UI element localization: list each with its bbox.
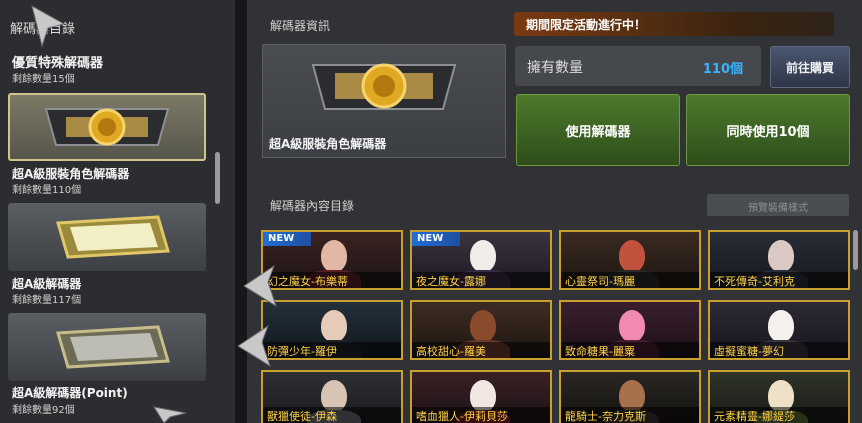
costume-decoder-icon [44,108,170,146]
decoder-card-costume-count: 剩餘數量110個 [12,185,82,196]
owned-quantity-label: 擁有數量 [527,60,583,76]
decoder-info-name: 超A級服裝角色解碼器 [269,137,387,151]
decoder-card-super-a-point[interactable] [8,313,206,381]
decoder-card-costume-name: 超A級服裝角色解碼器 [12,167,130,181]
use-decoder-label: 使用解碼器 [565,125,631,140]
decoder-card-costume[interactable] [8,93,206,161]
decoder-card-super-a-count: 剩餘數量117個 [12,295,82,306]
content-item-name: 致命糖果-麗粟 [565,345,635,358]
new-badge: NEW [263,232,311,246]
content-item-name: 獸獵使徒-伊森 [267,410,337,423]
content-item[interactable]: NEW 夜之魔女-露娜 [410,230,552,290]
decoder-card-super-a[interactable] [8,203,206,271]
decoder-group-title: 優質特殊解碼器 [12,56,104,71]
content-item[interactable]: NEW 幻之魔女-布樂蒂 [261,230,403,290]
preview-equipment-label: 預覽裝備樣式 [748,203,808,214]
content-item-name: 元素精靈-娜緹莎 [714,410,795,423]
use-decoder-button[interactable]: 使用解碼器 [516,94,680,166]
content-item-name: 高校甜心-羅美 [416,345,486,358]
decoder-group-count: 剩餘數量15個 [12,74,75,85]
preview-equipment-button[interactable]: 預覽裝備樣式 [707,194,849,216]
content-item-name: 夜之魔女-露娜 [416,275,486,288]
content-item[interactable]: 獸獵使徒-伊森 [261,370,403,423]
content-item[interactable]: 防彈少年-羅伊 [261,300,403,360]
decoder-card-super-a-name: 超A級解碼器 [12,277,82,291]
arrow-pointer-icon [152,406,187,423]
gold-decoder-icon [56,215,170,259]
content-item-name: 虛擬蜜糖-夢幻 [714,345,784,358]
content-item-name: 心靈祭司-瑪麗 [565,275,635,288]
content-item-name: 不死傳奇-艾利克 [714,275,795,288]
silver-decoder-icon [56,325,170,369]
use-10-decoders-button[interactable]: 同時使用10個 [686,94,850,166]
content-item[interactable]: 心靈祭司-瑪麗 [559,230,701,290]
decoder-card-super-a-point-name: 超A級解碼器(Point) [12,386,128,400]
content-item-name: 嗜血獵人-伊莉貝莎 [416,410,508,423]
arrow-pointer-icon [31,4,66,48]
go-buy-button[interactable]: 前往購買 [770,46,850,88]
content-item[interactable]: 致命糖果-麗粟 [559,300,701,360]
owned-quantity-box: 擁有數量 110個 [515,46,761,86]
content-item[interactable]: 嗜血獵人-伊莉貝莎 [410,370,552,423]
content-item-name: 龍騎士-奈力克斯 [565,410,646,423]
content-item[interactable]: 虛擬蜜糖-夢幻 [708,300,850,360]
limited-event-banner: 期間限定活動進行中！ [514,12,834,36]
use-10-decoders-label: 同時使用10個 [726,125,810,140]
arrow-pointer-icon [243,264,277,308]
costume-decoder-large-icon [311,63,457,110]
go-buy-label: 前往購買 [785,61,834,75]
decoder-info-box: 超A級服裝角色解碼器 [262,44,506,158]
content-item[interactable]: 高校甜心-羅美 [410,300,552,360]
decoder-card-super-a-point-count: 剩餘數量92個 [12,405,75,416]
content-item-name: 防彈少年-羅伊 [267,345,337,358]
decoder-info-title: 解碼器資訊 [270,19,331,33]
left-scrollbar-thumb[interactable] [215,152,220,204]
content-item[interactable]: 不死傳奇-艾利克 [708,230,850,290]
decoder-contents-title: 解碼器內容目錄 [270,199,355,213]
contents-scrollbar-thumb[interactable] [853,230,858,270]
decoder-list-panel: 解碼器目錄 優質特殊解碼器 剩餘數量15個 超A級服裝角色解碼器 剩餘數量110… [0,0,235,423]
content-item[interactable]: 龍騎士-奈力克斯 [559,370,701,423]
new-badge: NEW [412,232,460,246]
limited-event-text: 期間限定活動進行中！ [526,18,647,32]
arrow-pointer-icon [237,324,271,368]
content-item[interactable]: 元素精靈-娜緹莎 [708,370,850,423]
owned-quantity-value: 110個 [702,62,743,77]
